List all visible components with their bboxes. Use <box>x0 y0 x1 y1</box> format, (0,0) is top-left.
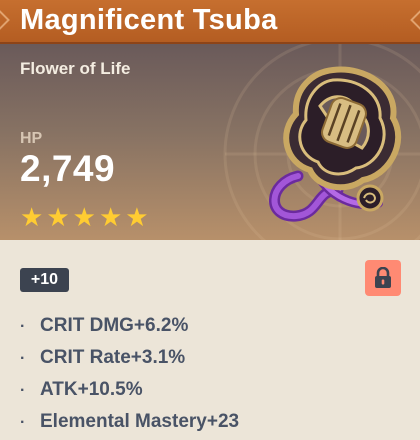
star-icon: ★ <box>98 202 123 232</box>
main-stat-name: HP <box>20 130 43 147</box>
bullet: · <box>20 382 26 399</box>
tsuba-artifact-icon <box>269 66 402 222</box>
star-icon: ★ <box>20 202 44 232</box>
slot-type: Flower of Life <box>20 59 131 78</box>
artifact-card: Magnificent Tsuba Flower of Life HP 2,74… <box>0 0 420 440</box>
lock-icon <box>375 267 391 288</box>
substat-item: · ATK+10.5% <box>20 374 239 406</box>
bullet: · <box>20 350 26 367</box>
substat-text: CRIT DMG+6.2% <box>40 315 189 336</box>
star-icon: ★ <box>72 202 96 232</box>
main-stat-value: 2,749 <box>20 148 116 189</box>
substat-item: · Elemental Mastery+23 <box>20 406 239 438</box>
substat-text: ATK+10.5% <box>40 379 143 400</box>
rarity-stars: ★ ★ ★ ★ ★ <box>20 204 152 231</box>
star-icon: ★ <box>46 202 70 232</box>
star-icon: ★ <box>125 202 149 232</box>
artifact-header: Flower of Life HP 2,749 ★ ★ ★ ★ ★ <box>0 44 420 240</box>
level-badge: +10 <box>20 268 69 292</box>
bullet: · <box>20 318 26 335</box>
substat-item: · CRIT DMG+6.2% <box>20 310 239 342</box>
substat-text: Elemental Mastery+23 <box>40 411 240 432</box>
substats-list: · CRIT DMG+6.2% · CRIT Rate+3.1% · ATK+10.5% ·… <box>20 310 239 438</box>
title-bar: Magnificent Tsuba <box>0 0 420 44</box>
substat-item: · CRIT Rate+3.1% <box>20 342 239 374</box>
artifact-details: +10 · CRIT DMG+6.2% · CRIT Rate+3.1% · ATK+10… <box>0 240 420 440</box>
artifact-name: Magnificent Tsuba <box>20 4 278 36</box>
bullet: · <box>20 414 26 431</box>
substat-text: CRIT Rate+3.1% <box>40 347 186 368</box>
lock-button[interactable] <box>365 260 401 296</box>
